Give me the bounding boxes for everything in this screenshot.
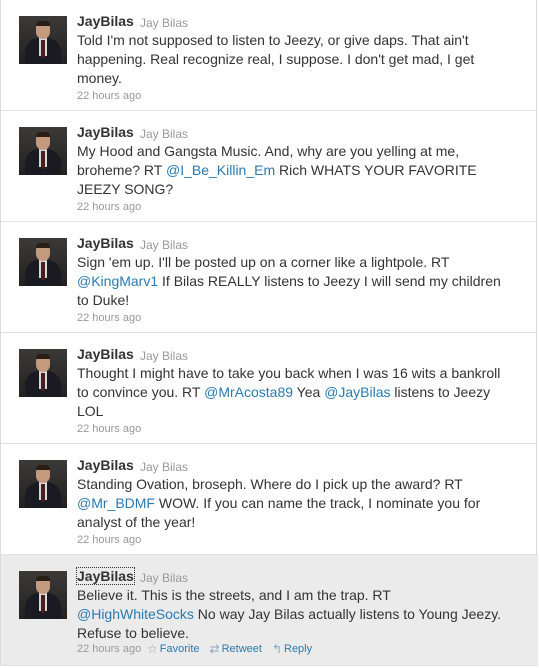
tweet-text-line: to Duke! bbox=[77, 291, 527, 310]
avatar[interactable] bbox=[19, 571, 67, 619]
tweet-text-line: money. bbox=[77, 69, 527, 88]
tweet-text-segment: My Hood and Gangsta Music. And, why are … bbox=[77, 143, 460, 159]
retweet-label: Retweet bbox=[221, 643, 262, 655]
retweet-icon: ⇄ bbox=[209, 642, 220, 656]
favorite-button[interactable]: ☆ Favorite bbox=[147, 642, 200, 656]
tweet-actions: ☆ Favorite ⇄ Retweet ↰ Reply bbox=[147, 642, 312, 656]
tweet-text: Believe it. This is the streets, and I a… bbox=[77, 586, 527, 643]
tweet-text: Told I'm not supposed to listen to Jeezy… bbox=[77, 31, 527, 88]
tweet-text-line: broheme? RT @I_Be_Killin_Em Rich WHATS Y… bbox=[77, 161, 527, 180]
mention-link[interactable]: @I_Be_Killin_Em bbox=[166, 162, 275, 178]
mention-link[interactable]: @KingMarv1 bbox=[77, 273, 158, 289]
tweet-text: Standing Ovation, broseph. Where do I pi… bbox=[77, 475, 527, 532]
tweet-text-segment: JEEZY SONG? bbox=[77, 181, 174, 197]
avatar[interactable] bbox=[19, 127, 67, 175]
tweet-text-segment: to convince you. RT bbox=[77, 384, 205, 400]
tweet-text-line: JEEZY SONG? bbox=[77, 180, 527, 199]
tweet-text-line: @HighWhiteSocks No way Jay Bilas actuall… bbox=[77, 605, 527, 624]
tweet[interactable]: JayBilas Jay Bilas Thought I might have … bbox=[1, 333, 538, 444]
tweet[interactable]: JayBilas Jay Bilas Standing Ovation, bro… bbox=[1, 444, 538, 555]
screen-name-link[interactable]: JayBilas bbox=[76, 567, 135, 585]
retweet-button[interactable]: ⇄ Retweet bbox=[210, 642, 262, 656]
tweet-text-segment: Rich WHATS YOUR FAVORITE bbox=[275, 162, 477, 178]
tweet-text-segment: Standing Ovation, broseph. Where do I pi… bbox=[77, 476, 463, 492]
timestamp-link[interactable]: 22 hours ago bbox=[77, 534, 141, 546]
tweet-text: Sign 'em up. I'll be posted up on a corn… bbox=[77, 253, 527, 310]
tweet-text-segment: LOL bbox=[77, 403, 104, 419]
timestamp-link[interactable]: 22 hours ago bbox=[77, 643, 141, 655]
real-name: Jay Bilas bbox=[140, 127, 189, 141]
tweet-text-segment: Told I'm not supposed to listen to Jeezy… bbox=[77, 32, 469, 48]
tweet-text: My Hood and Gangsta Music. And, why are … bbox=[77, 142, 527, 199]
mention-link[interactable]: @Mr_BDMF bbox=[77, 495, 155, 511]
screen-name-link[interactable]: JayBilas bbox=[77, 124, 134, 140]
tweet-text-line: Believe it. This is the streets, and I a… bbox=[77, 586, 527, 605]
tweet-text-segment: money. bbox=[77, 70, 122, 86]
tweet-text-line: Sign 'em up. I'll be posted up on a corn… bbox=[77, 253, 527, 272]
timestamp-link[interactable]: 22 hours ago bbox=[77, 90, 141, 102]
tweet-text-line: Told I'm not supposed to listen to Jeezy… bbox=[77, 31, 527, 50]
timestamp-link[interactable]: 22 hours ago bbox=[77, 423, 141, 435]
timestamp-link[interactable]: 22 hours ago bbox=[77, 201, 141, 213]
reply-label: Reply bbox=[284, 643, 313, 655]
real-name: Jay Bilas bbox=[140, 349, 189, 363]
real-name: Jay Bilas bbox=[140, 16, 189, 30]
tweet-text-segment: Thought I might have to take you back wh… bbox=[77, 365, 501, 381]
tweet-text-segment: analyst of the year! bbox=[77, 514, 196, 530]
tweet[interactable]: JayBilas Jay Bilas Told I'm not supposed… bbox=[1, 0, 538, 111]
screen-name-link[interactable]: JayBilas bbox=[77, 13, 134, 29]
tweet-text-line: Standing Ovation, broseph. Where do I pi… bbox=[77, 475, 527, 494]
tweet-text: Thought I might have to take you back wh… bbox=[77, 364, 527, 421]
tweet-text-segment: Sign 'em up. I'll be posted up on a corn… bbox=[77, 254, 450, 270]
avatar[interactable] bbox=[19, 460, 67, 508]
tweet-text-line: LOL bbox=[77, 402, 527, 421]
tweet-timeline: JayBilas Jay Bilas Told I'm not supposed… bbox=[0, 0, 538, 666]
real-name: Jay Bilas bbox=[140, 238, 189, 252]
tweet-text-line: Thought I might have to take you back wh… bbox=[77, 364, 527, 383]
tweet[interactable]: JayBilas Jay Bilas Sign 'em up. I'll be … bbox=[1, 222, 538, 333]
tweet-text-line: to convince you. RT @MrAcosta89 Yea @Jay… bbox=[77, 383, 527, 402]
tweet-text-line: @Mr_BDMF WOW. If you can name the track,… bbox=[77, 494, 527, 513]
screen-name-link[interactable]: JayBilas bbox=[77, 346, 134, 362]
tweet-text-segment: Refuse to believe. bbox=[77, 625, 190, 641]
real-name: Jay Bilas bbox=[140, 571, 189, 585]
tweet-text-segment: WOW. If you can name the track, I nomina… bbox=[154, 495, 481, 511]
star-icon: ☆ bbox=[147, 642, 158, 656]
reply-icon: ↰ bbox=[271, 642, 282, 656]
mention-link[interactable]: @HighWhiteSocks bbox=[77, 606, 194, 622]
real-name: Jay Bilas bbox=[140, 460, 189, 474]
tweet[interactable]: JayBilas Jay Bilas My Hood and Gangsta M… bbox=[1, 111, 538, 222]
tweet-text-segment: Yea bbox=[293, 384, 325, 400]
avatar[interactable] bbox=[19, 238, 67, 286]
tweet-text-segment: Believe it. This is the streets, and I a… bbox=[77, 587, 391, 603]
tweet-text-line: My Hood and Gangsta Music. And, why are … bbox=[77, 142, 527, 161]
tweet-text-line: @KingMarv1 If Bilas REALLY listens to Je… bbox=[77, 272, 527, 291]
tweet-text-segment: to Duke! bbox=[77, 292, 130, 308]
mention-link[interactable]: @MrAcosta89 bbox=[204, 384, 293, 400]
avatar[interactable] bbox=[19, 349, 67, 397]
screen-name-link[interactable]: JayBilas bbox=[77, 457, 134, 473]
tweet-text-line: happening. Real recognize real, I suppos… bbox=[77, 50, 527, 69]
reply-button[interactable]: ↰ Reply bbox=[272, 642, 312, 656]
tweet-text-segment: broheme? RT bbox=[77, 162, 166, 178]
avatar[interactable] bbox=[19, 16, 67, 64]
tweet-text-segment: If Bilas REALLY listens to Jeezy I will … bbox=[158, 273, 501, 289]
mention-link[interactable]: @JayBilas bbox=[324, 384, 390, 400]
timestamp-link[interactable]: 22 hours ago bbox=[77, 312, 141, 324]
tweet[interactable]: JayBilas Jay Bilas Believe it. This is t… bbox=[1, 555, 538, 666]
screen-name-link[interactable]: JayBilas bbox=[77, 235, 134, 251]
favorite-label: Favorite bbox=[159, 643, 200, 655]
tweet-text-line: analyst of the year! bbox=[77, 513, 527, 532]
tweet-text-segment: listens to Jeezy bbox=[390, 384, 491, 400]
tweet-text-segment: happening. Real recognize real, I suppos… bbox=[77, 51, 475, 67]
tweet-text-segment: No way Jay Bilas actually listens to You… bbox=[193, 606, 502, 622]
tweet-text-line: Refuse to believe. bbox=[77, 624, 527, 643]
